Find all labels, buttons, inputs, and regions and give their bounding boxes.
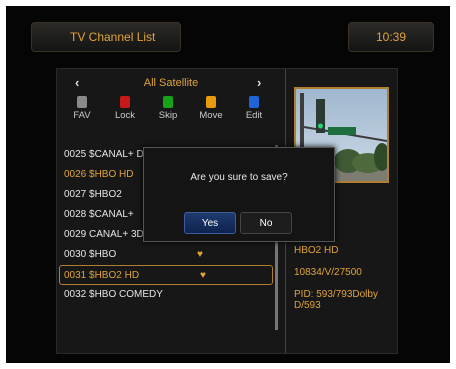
lock-key-label: Lock (114, 110, 136, 121)
satellite-selector[interactable]: ‹ All Satellite › (57, 75, 285, 93)
channel-row[interactable]: 0032 $HBO COMEDY (57, 285, 275, 305)
channel-row[interactable]: 0030 $HBO ♥ (57, 245, 275, 265)
edit-key-label: Edit (245, 110, 263, 121)
save-confirm-dialog: Are you sure to save? Yes No (143, 147, 335, 242)
skip-key[interactable]: Skip (148, 96, 188, 121)
edit-key[interactable]: Edit (234, 96, 274, 121)
channel-label: 0029 CANAL+ 3D (64, 229, 144, 240)
fav-key-label: FAV (73, 110, 91, 121)
grey-key-icon (77, 96, 87, 108)
channel-info-pid: PID: 593/793Dolby D/593 (294, 289, 378, 311)
channel-info-name: HBO2 HD (294, 245, 339, 256)
arrow-right-icon[interactable]: › (257, 75, 261, 90)
favorite-heart-icon: ♥ (197, 249, 203, 260)
screen-title: TV Channel List (31, 22, 181, 52)
channel-label: 0031 $HBO2 HD (64, 270, 140, 281)
red-key-icon (120, 96, 130, 108)
satellite-name: All Satellite (143, 77, 199, 89)
channel-label: 0027 $HBO2 (64, 189, 122, 200)
tv-screen: TV Channel List 10:39 ‹ All Satellite › … (6, 6, 450, 363)
dialog-message: Are you sure to save? (190, 172, 288, 183)
favorite-heart-icon: ♥ (200, 270, 206, 281)
yellow-key-icon (206, 96, 216, 108)
channel-label: 0028 $CANAL+ (64, 209, 134, 220)
green-key-icon (163, 96, 173, 108)
channel-label: 0026 $HBO HD (64, 169, 134, 180)
clock: 10:39 (348, 22, 434, 52)
color-key-bar: FAV Lock Skip Move Edit (57, 96, 285, 130)
channel-row-focused[interactable]: 0031 $HBO2 HD ♥ (59, 265, 273, 285)
move-key-label: Move (199, 110, 223, 121)
yes-button[interactable]: Yes (184, 212, 236, 234)
blue-key-icon (249, 96, 259, 108)
channel-info-frequency: 10834/V/27500 (294, 267, 362, 278)
fav-key[interactable]: FAV (62, 96, 102, 121)
skip-key-label: Skip (158, 110, 178, 121)
lock-key[interactable]: Lock (105, 96, 145, 121)
move-key[interactable]: Move (191, 96, 231, 121)
channel-label: 0030 $HBO (64, 249, 117, 260)
channel-label: 0032 $HBO COMEDY (64, 289, 163, 300)
no-button[interactable]: No (240, 212, 292, 234)
